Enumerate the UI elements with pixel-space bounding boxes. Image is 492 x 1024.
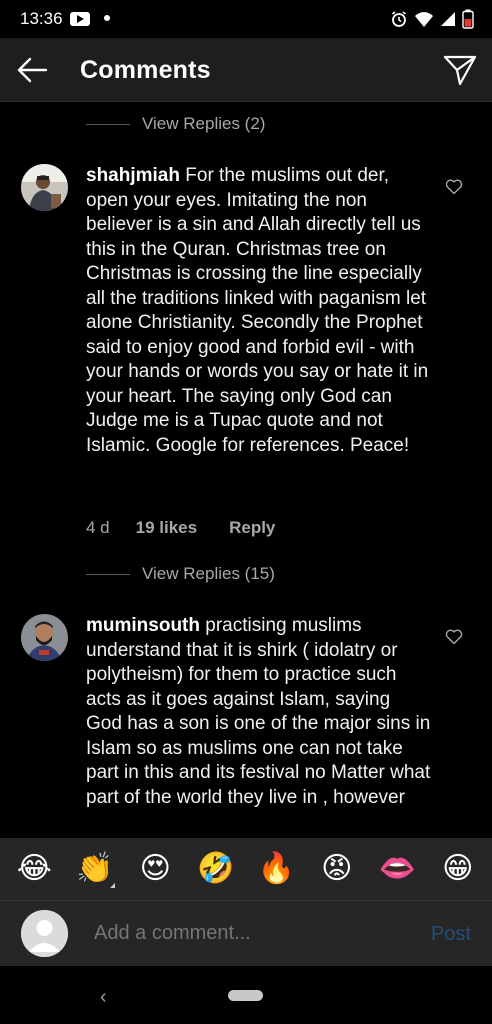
like-heart-icon[interactable] [445, 629, 463, 645]
emoji-clapping-glyph: 👏 [76, 851, 114, 886]
status-time: 13:36 [20, 9, 63, 28]
comment-time: 4 d [86, 518, 110, 537]
emoji-heart-eyes-button[interactable]: 😍 [133, 854, 177, 884]
comment-username[interactable]: muminsouth [86, 615, 200, 636]
comment-likes[interactable]: 19 likes [136, 518, 197, 538]
comment-text: shahjmiah For the muslims out der, open … [86, 164, 431, 458]
emoji-fire-button[interactable]: 🔥 [254, 854, 298, 884]
divider-line [86, 123, 130, 125]
comment-body: For the muslims out der, open your eyes.… [86, 165, 429, 456]
comments-header: Comments [0, 38, 492, 102]
status-bar: 13:36 [0, 0, 492, 38]
notification-dot-icon [104, 15, 110, 21]
post-button[interactable]: Post [431, 923, 471, 946]
view-replies-label: View Replies (2) [142, 114, 266, 133]
comment-composer: Post [0, 900, 492, 966]
youtube-icon [70, 12, 90, 26]
emoji-lips-button[interactable]: 👄 [375, 854, 419, 884]
view-replies-button[interactable]: View Replies (15) [86, 564, 275, 584]
comments-feed[interactable]: View Replies (2) shahjmiah For the musli… [0, 102, 492, 838]
status-icons [390, 9, 474, 29]
reply-button[interactable]: Reply [229, 518, 275, 538]
avatar[interactable] [21, 614, 68, 661]
page-title: Comments [80, 56, 211, 84]
comment-input[interactable] [94, 922, 394, 945]
wifi-icon [415, 12, 433, 27]
send-icon[interactable] [442, 52, 478, 88]
battery-icon [462, 9, 474, 29]
system-nav-bar: ‹ [0, 966, 492, 1024]
comment-text: muminsouth practising muslims understand… [86, 614, 431, 810]
view-replies-button[interactable]: View Replies (2) [86, 114, 265, 134]
view-replies-label: View Replies (15) [142, 564, 275, 583]
avatar[interactable] [21, 164, 68, 211]
signal-icon [441, 12, 455, 26]
emoji-clapping-button[interactable]: 👏 [73, 851, 117, 888]
comment-meta: 4 d 19 likes Reply [86, 518, 275, 538]
comment-username[interactable]: shahjmiah [86, 165, 180, 186]
emoji-grin-button[interactable]: 😁 [436, 854, 480, 884]
skin-tone-indicator-icon [109, 883, 115, 888]
emoji-tears-of-joy-button[interactable]: 😂 [12, 854, 56, 884]
comment-body: practising muslims understand that it is… [86, 615, 431, 808]
like-heart-icon[interactable] [445, 179, 463, 195]
nav-home-pill[interactable] [228, 990, 263, 1001]
quick-emoji-bar: 😂 👏 😍 🤣 🔥 😡 👄 😁 [0, 838, 492, 900]
back-arrow-icon[interactable] [14, 52, 50, 88]
user-avatar-icon [21, 910, 68, 957]
emoji-angry-button[interactable]: 😡 [315, 854, 359, 884]
divider-line [86, 573, 130, 575]
nav-back-icon[interactable]: ‹ [100, 986, 107, 1009]
alarm-icon [392, 11, 406, 27]
emoji-rofl-button[interactable]: 🤣 [194, 854, 238, 884]
